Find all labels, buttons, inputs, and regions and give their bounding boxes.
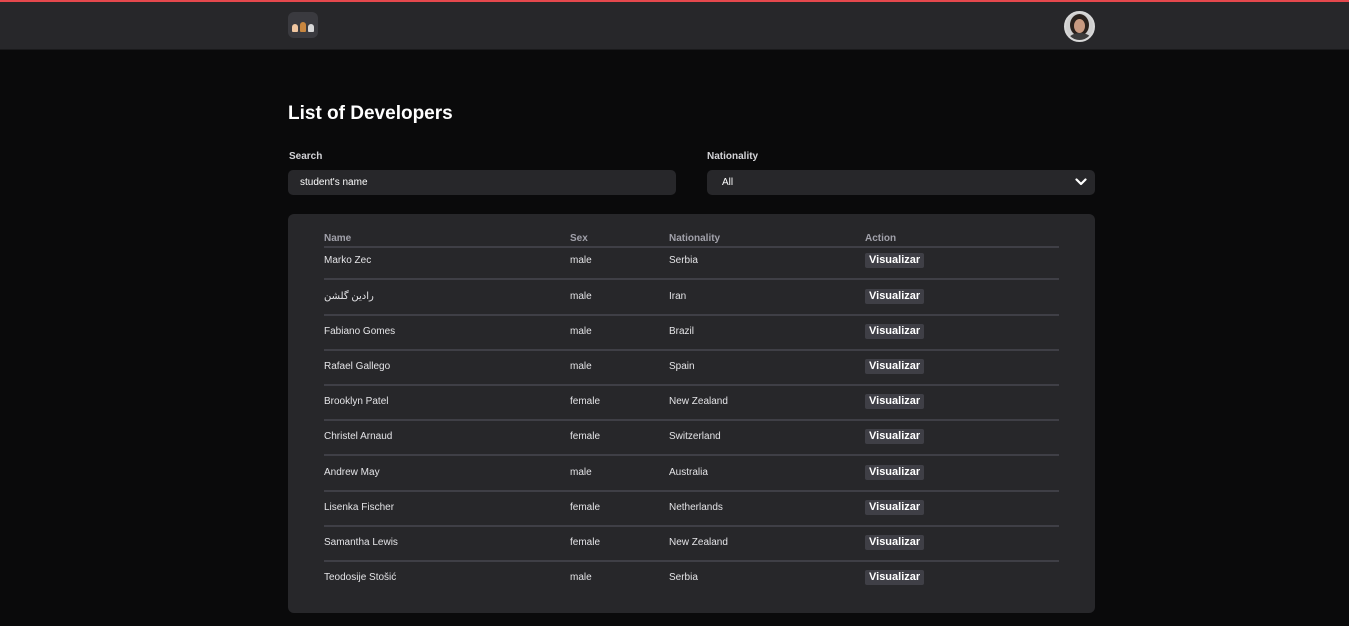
developer-name: رادین گلشن	[324, 291, 374, 302]
table-row: Fabiano Gomes male Brazil Visualizar	[324, 316, 1059, 351]
table-row: Marko Zec male Serbia Visualizar	[324, 245, 1059, 280]
visualizar-button[interactable]: Visualizar	[865, 570, 925, 585]
table-row: Lisenka Fischer female Netherlands Visualiz…	[324, 492, 1059, 527]
developer-name: Teodosije Stošić	[324, 572, 397, 583]
developer-sex: female	[570, 431, 601, 442]
developer-name: Christel Arnaud	[324, 431, 393, 442]
developer-name: Samantha Lewis	[324, 537, 398, 548]
column-header-name: Name	[324, 233, 352, 244]
developer-nationality: Serbia	[669, 572, 698, 583]
developer-sex: male	[570, 326, 592, 337]
developers-table: Name Sex Nationality Action Marko Zec mal…	[288, 214, 1095, 613]
visualizar-button[interactable]: Visualizar	[865, 465, 925, 480]
developer-name: Lisenka Fischer	[324, 502, 395, 513]
developer-sex: female	[570, 396, 601, 407]
developer-sex: male	[570, 255, 592, 266]
visualizar-button[interactable]: Visualizar	[865, 429, 925, 444]
visualizar-button[interactable]: Visualizar	[865, 289, 925, 304]
person-icon	[292, 24, 298, 32]
table-row: Christel Arnaud female Switzerland Visualiz…	[324, 421, 1059, 456]
developer-nationality: Switzerland	[669, 431, 721, 442]
table-row: Brooklyn Patel female New Zealand Visualiza…	[324, 386, 1059, 421]
developer-sex: male	[570, 572, 592, 583]
table-row: Andrew May male Australia Visualizar	[324, 457, 1059, 492]
table-row: Samantha Lewis female New Zealand Visualiza…	[324, 527, 1059, 562]
column-header-nationality: Nationality	[669, 233, 721, 244]
developer-sex: male	[570, 467, 592, 478]
developer-name: Andrew May	[324, 467, 380, 478]
search-input[interactable]	[288, 170, 676, 195]
person-icon	[300, 22, 306, 32]
chevron-down-icon	[1075, 178, 1087, 186]
search-label: Search	[289, 151, 323, 162]
page-title: List of Developers	[288, 103, 453, 124]
visualizar-button[interactable]: Visualizar	[865, 324, 925, 339]
developer-nationality: Australia	[669, 467, 708, 478]
column-header-sex: Sex	[570, 233, 588, 244]
visualizar-button[interactable]: Visualizar	[865, 394, 925, 409]
developer-sex: female	[570, 537, 601, 548]
developer-nationality: Iran	[669, 291, 687, 302]
developer-nationality: Netherlands	[669, 502, 723, 513]
visualizar-button[interactable]: Visualizar	[865, 500, 925, 515]
developer-nationality: New Zealand	[669, 396, 728, 407]
column-header-action: Action	[865, 233, 897, 244]
team-logo-icon[interactable]	[288, 12, 318, 38]
developer-name: Marko Zec	[324, 255, 372, 266]
nationality-selected-value: All	[722, 177, 734, 188]
developer-sex: female	[570, 502, 601, 513]
developer-name: Fabiano Gomes	[324, 326, 396, 337]
person-icon	[308, 24, 314, 32]
table-row: Teodosije Stošić male Serbia Visualizar	[324, 562, 1059, 597]
developer-sex: male	[570, 291, 592, 302]
developer-name: Brooklyn Patel	[324, 396, 389, 407]
developer-nationality: Spain	[669, 361, 695, 372]
visualizar-button[interactable]: Visualizar	[865, 359, 925, 374]
developer-name: Rafael Gallego	[324, 361, 391, 372]
top-navbar	[0, 0, 1349, 50]
nationality-select[interactable]: All	[707, 170, 1095, 195]
developer-nationality: New Zealand	[669, 537, 728, 548]
developer-nationality: Serbia	[669, 255, 698, 266]
developer-sex: male	[570, 361, 592, 372]
table-row: رادین گلشن male Iran Visualizar	[324, 281, 1059, 316]
user-avatar[interactable]	[1064, 11, 1095, 42]
visualizar-button[interactable]: Visualizar	[865, 535, 925, 550]
developer-nationality: Brazil	[669, 326, 695, 337]
table-row: Rafael Gallego male Spain Visualizar	[324, 351, 1059, 386]
nationality-label: Nationality	[707, 151, 759, 162]
visualizar-button[interactable]: Visualizar	[865, 253, 925, 268]
